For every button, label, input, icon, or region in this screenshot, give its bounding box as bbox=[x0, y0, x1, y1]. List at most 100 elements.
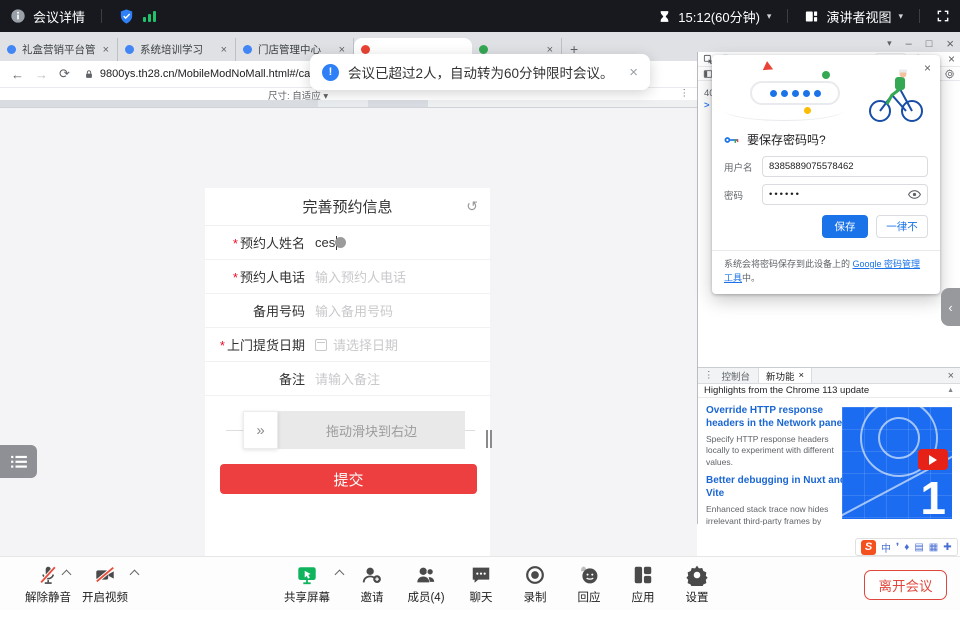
settings-button[interactable]: 设置 bbox=[668, 564, 726, 605]
meeting-detail-label[interactable]: 会议详情 bbox=[33, 7, 85, 26]
start-video-button[interactable]: 开启视频 bbox=[76, 564, 134, 605]
ime-tool-icon[interactable]: ✚ bbox=[943, 542, 951, 553]
window-maximize-button[interactable]: □ bbox=[926, 38, 933, 50]
tab-whats-new[interactable]: 新功能 × bbox=[758, 368, 812, 383]
calendar-icon bbox=[315, 339, 327, 351]
tab-favicon bbox=[7, 45, 16, 54]
ime-keyboard-icon[interactable]: ▤ bbox=[914, 542, 923, 553]
tab-title: 系统培训学习 bbox=[140, 42, 214, 57]
view-caret-icon[interactable]: ▾ bbox=[898, 11, 903, 22]
invite-button[interactable]: 邀请 bbox=[343, 564, 401, 605]
ime-mode-toggle[interactable]: 中 bbox=[881, 540, 891, 555]
ime-mic-icon[interactable]: ♦ bbox=[904, 542, 909, 553]
field-row-backup[interactable]: 备用号码 输入备用号码 bbox=[205, 294, 490, 328]
security-shield-icon[interactable] bbox=[118, 8, 135, 25]
tab-console[interactable]: 控制台 bbox=[722, 369, 751, 383]
whats-new-body-2: Enhanced stack trace now hides irrelevan… bbox=[706, 504, 848, 525]
ime-logo[interactable]: S bbox=[861, 540, 876, 555]
slider-handle[interactable]: » bbox=[243, 411, 278, 449]
field-label: 预约人电话 bbox=[240, 270, 305, 285]
play-button-icon[interactable] bbox=[918, 449, 948, 470]
panel-collapse-handle[interactable]: ‹ bbox=[941, 288, 960, 326]
chat-icon bbox=[469, 564, 493, 586]
tab-favicon bbox=[361, 45, 370, 54]
ime-skin-icon[interactable]: ▦ bbox=[929, 542, 938, 553]
whats-new-link-2[interactable]: Better debugging in Nuxt and Vite bbox=[706, 475, 848, 500]
toast-close-icon[interactable]: × bbox=[629, 64, 638, 81]
mic-muted-icon bbox=[37, 564, 59, 586]
whats-new-link-1[interactable]: Override HTTP response headers in the Ne… bbox=[706, 405, 848, 430]
fullscreen-icon[interactable] bbox=[936, 9, 950, 23]
hourglass-icon bbox=[658, 10, 671, 23]
field-label: 备用号码 bbox=[253, 304, 305, 319]
never-save-button[interactable]: 一律不 bbox=[876, 215, 928, 238]
leave-meeting-button[interactable]: 离开会议 bbox=[864, 570, 947, 600]
date-input-placeholder: 请选择日期 bbox=[333, 335, 398, 354]
network-signal-icon[interactable] bbox=[142, 9, 157, 23]
tab-search-icon[interactable]: ▾ bbox=[887, 38, 892, 49]
apps-button[interactable]: 应用 bbox=[614, 564, 672, 605]
chat-button[interactable]: 聊天 bbox=[452, 564, 510, 605]
ime-toolbar[interactable]: S 中 ❜ ♦ ▤ ▦ ✚ bbox=[855, 538, 958, 556]
console-prompt[interactable]: > bbox=[704, 100, 710, 111]
reaction-button[interactable]: 回应 bbox=[560, 564, 618, 605]
share-screen-icon bbox=[295, 564, 319, 586]
tab-close-icon[interactable]: × bbox=[220, 44, 228, 56]
captcha-slider: » 拖动滑块到右边 bbox=[243, 411, 465, 449]
tab-close-icon[interactable]: × bbox=[799, 370, 805, 381]
reaction-smiley-icon bbox=[577, 564, 601, 586]
device-toolbar-more-icon[interactable]: ⋮ bbox=[680, 88, 690, 99]
required-marker: * bbox=[220, 338, 225, 353]
show-password-eye-icon[interactable] bbox=[908, 190, 921, 199]
forward-button[interactable]: → bbox=[35, 67, 48, 82]
password-field[interactable]: •••••• bbox=[762, 184, 928, 205]
field-row-phone[interactable]: *预约人电话 输入预约人电话 bbox=[205, 260, 490, 294]
meeting-list-toggle[interactable] bbox=[0, 445, 37, 478]
dialog-title: 要保存密码吗? bbox=[747, 131, 826, 148]
meeting-topbar: 会议详情 15:12(60分钟) ▾ 演讲者视图 ▾ bbox=[0, 0, 960, 32]
username-field[interactable]: 8385889075578462 bbox=[762, 156, 928, 177]
record-button[interactable]: 录制 bbox=[506, 564, 564, 605]
list-icon bbox=[10, 455, 28, 469]
view-mode-label[interactable]: 演讲者视图 bbox=[826, 7, 891, 26]
devtools-drag-handle[interactable] bbox=[486, 430, 492, 448]
form-title: 完善预约信息 bbox=[302, 196, 392, 217]
settings-gear-icon bbox=[686, 564, 708, 586]
undo-icon[interactable]: ↺ bbox=[466, 198, 478, 215]
field-row-note[interactable]: 备注 请输入备注 bbox=[205, 362, 490, 396]
whats-new-subtitle: Highlights from the Chrome 113 update bbox=[704, 385, 869, 396]
info-icon bbox=[10, 8, 26, 24]
ime-punct-icon[interactable]: ❜ bbox=[896, 542, 899, 553]
divider bbox=[787, 9, 788, 23]
window-close-button[interactable]: × bbox=[946, 36, 954, 51]
tab-title: 礼盒营销平台管理中心 bbox=[22, 42, 96, 57]
field-row-name[interactable]: *预约人姓名 ces bbox=[205, 226, 490, 260]
field-row-date[interactable]: *上门提货日期 请选择日期 bbox=[205, 328, 490, 362]
drawer-close-icon[interactable]: × bbox=[948, 370, 954, 382]
share-screen-button[interactable]: 共享屏幕 bbox=[278, 564, 336, 605]
divider bbox=[919, 9, 920, 23]
timer-caret-icon[interactable]: ▾ bbox=[767, 11, 772, 22]
console-settings-icon[interactable] bbox=[945, 69, 955, 79]
divider bbox=[101, 9, 102, 23]
reload-button[interactable]: ⟳ bbox=[59, 66, 70, 82]
tab-close-icon[interactable]: × bbox=[102, 44, 110, 56]
drawer-more-icon[interactable]: ⋮ bbox=[704, 370, 714, 381]
key-icon bbox=[724, 135, 739, 145]
unmute-button[interactable]: 解除静音 bbox=[19, 564, 77, 605]
name-input-value: ces bbox=[315, 235, 335, 250]
browser-tab[interactable]: 系统培训学习 × bbox=[118, 38, 236, 61]
members-button[interactable]: 成员(4) bbox=[397, 564, 455, 605]
save-password-button[interactable]: 保存 bbox=[822, 215, 868, 238]
submit-button[interactable]: 提交 bbox=[220, 464, 477, 494]
back-button[interactable]: ← bbox=[11, 67, 24, 82]
browser-tab[interactable]: 礼盒营销平台管理中心 × bbox=[0, 38, 118, 61]
note-input-placeholder: 请输入备注 bbox=[315, 369, 380, 388]
password-label: 密码 bbox=[724, 188, 754, 202]
video-thumbnail[interactable]: 1 bbox=[842, 407, 952, 519]
meeting-timer: 15:12(60分钟) bbox=[678, 7, 760, 26]
required-marker: * bbox=[233, 270, 238, 285]
devtools-close-icon[interactable]: × bbox=[948, 52, 955, 66]
scroll-up-icon[interactable]: ▲ bbox=[947, 387, 954, 394]
window-minimize-button[interactable]: – bbox=[906, 38, 912, 50]
